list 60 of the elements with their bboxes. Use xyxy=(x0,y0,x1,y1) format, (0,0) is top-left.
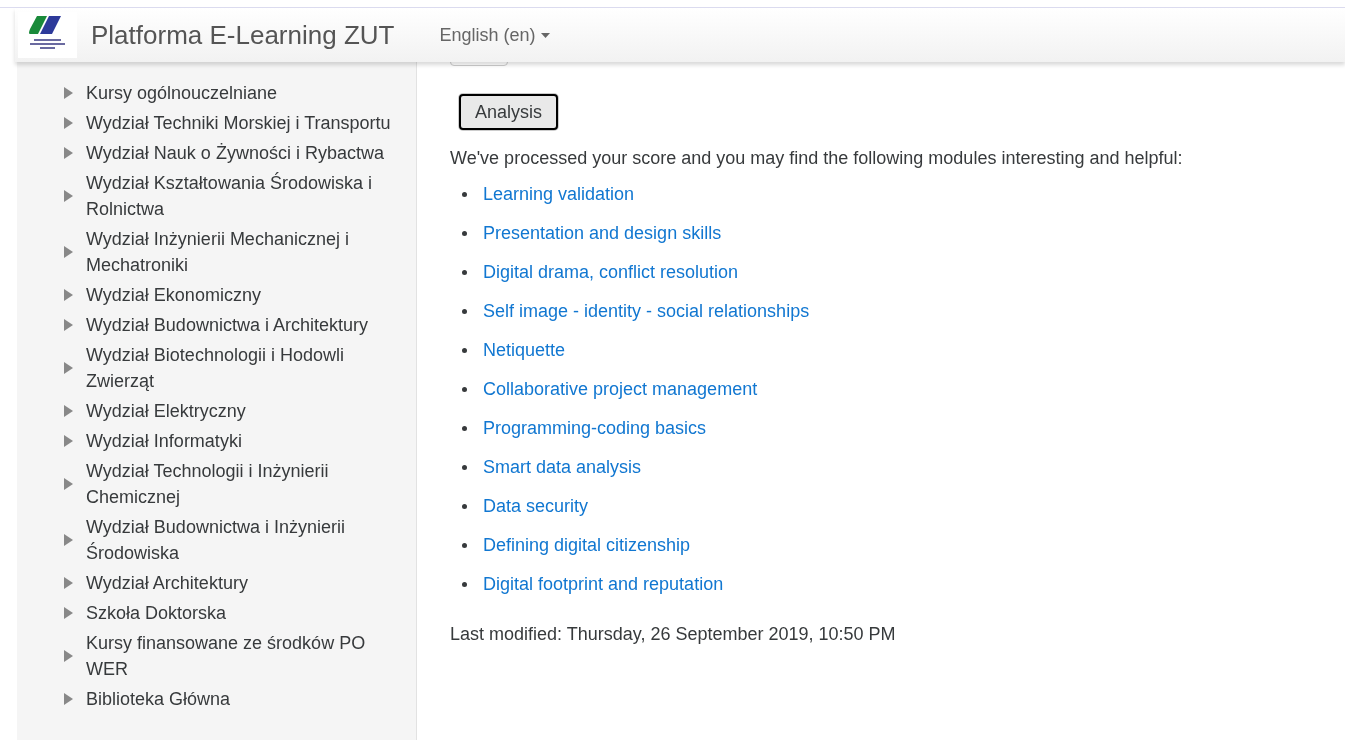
expand-arrow-icon[interactable] xyxy=(64,147,74,159)
expand-arrow-icon[interactable] xyxy=(64,607,74,619)
category-link[interactable]: Kursy finansowane ze środków PO WER xyxy=(86,630,401,682)
category-link[interactable]: Wydział Kształtowania Środowiska i Rolnictwa xyxy=(86,170,401,222)
category-link[interactable]: Wydział Nauk o Żywności i Rybactwa xyxy=(86,140,401,166)
bullet-icon xyxy=(462,348,467,353)
expand-arrow-icon[interactable] xyxy=(64,289,74,301)
expand-arrow-icon[interactable] xyxy=(64,693,74,705)
bullet-icon xyxy=(462,582,467,587)
expand-arrow-icon[interactable] xyxy=(64,435,74,447)
category-link[interactable]: Wydział Budownictwa i Inżynierii Środowiska xyxy=(86,514,401,566)
category-link[interactable]: Wydział Budownictwa i Architektury xyxy=(86,312,401,338)
bullet-icon xyxy=(462,309,467,314)
site-name[interactable]: Platforma E-Learning ZUT xyxy=(91,15,395,55)
category-link[interactable]: Biblioteka Główna xyxy=(86,686,401,712)
bullet-icon xyxy=(462,465,467,470)
category-link[interactable]: Wydział Technologii i Inżynierii Chemicznej xyxy=(86,458,401,510)
module-link[interactable]: Self image - identity - social relationships xyxy=(483,298,810,325)
module-link[interactable]: Digital footprint and reputation xyxy=(483,571,724,598)
expand-arrow-icon[interactable] xyxy=(64,246,74,258)
bullet-icon xyxy=(462,192,467,197)
intro-text: We've processed your score and you may find the following modules interesting and helpful: xyxy=(450,147,1184,169)
category-link[interactable]: Wydział Inżynierii Mechanicznej i Mechatroniki xyxy=(86,226,401,278)
category-link[interactable]: Wydział Architektury xyxy=(86,570,401,596)
expand-arrow-icon[interactable] xyxy=(64,117,74,129)
bullet-icon xyxy=(462,270,467,275)
bullet-icon xyxy=(462,504,467,509)
bullet-icon xyxy=(462,426,467,431)
category-link[interactable]: Wydział Informatyki xyxy=(86,428,401,454)
module-link[interactable]: Learning validation xyxy=(483,181,635,208)
category-link[interactable]: Szkoła Doktorska xyxy=(86,600,401,626)
analysis-button[interactable]: Analysis xyxy=(459,94,559,130)
last-modified-text: Last modified: Thursday, 26 September 2019, 10:50 PM xyxy=(450,623,897,645)
language-menu[interactable]: English (en) xyxy=(439,21,550,49)
bullet-icon xyxy=(462,387,467,392)
expand-arrow-icon[interactable] xyxy=(64,577,74,589)
caret-icon xyxy=(540,32,550,38)
module-link[interactable]: Collaborative project management xyxy=(483,376,758,403)
module-link[interactable]: Data security xyxy=(483,493,589,520)
expand-arrow-icon[interactable] xyxy=(64,87,74,99)
expand-arrow-icon[interactable] xyxy=(64,362,74,374)
expand-arrow-icon[interactable] xyxy=(64,650,74,662)
category-link[interactable]: Wydział Ekonomiczny xyxy=(86,282,401,308)
expand-arrow-icon[interactable] xyxy=(64,405,74,417)
expand-arrow-icon[interactable] xyxy=(64,319,74,331)
category-link[interactable]: Wydział Techniki Morskiej i Transportu xyxy=(86,110,401,136)
expand-arrow-icon[interactable] xyxy=(64,534,74,546)
module-link[interactable]: Netiquette xyxy=(483,337,566,364)
bullet-icon xyxy=(462,543,467,548)
module-link[interactable]: Smart data analysis xyxy=(483,454,642,481)
bullet-icon xyxy=(462,231,467,236)
module-link[interactable]: Programming-coding basics xyxy=(483,415,707,442)
module-link[interactable]: Digital drama, conflict resolution xyxy=(483,259,739,286)
category-link[interactable]: Wydział Elektryczny xyxy=(86,398,401,424)
expand-arrow-icon[interactable] xyxy=(64,190,74,202)
module-link[interactable]: Defining digital citizenship xyxy=(483,532,691,559)
expand-arrow-icon[interactable] xyxy=(64,478,74,490)
category-link[interactable]: Kursy ogólnouczelniane xyxy=(86,80,401,106)
module-link[interactable]: Presentation and design skills xyxy=(483,220,722,247)
category-link[interactable]: Wydział Biotechnologii i Hodowli Zwierząt xyxy=(86,342,401,394)
